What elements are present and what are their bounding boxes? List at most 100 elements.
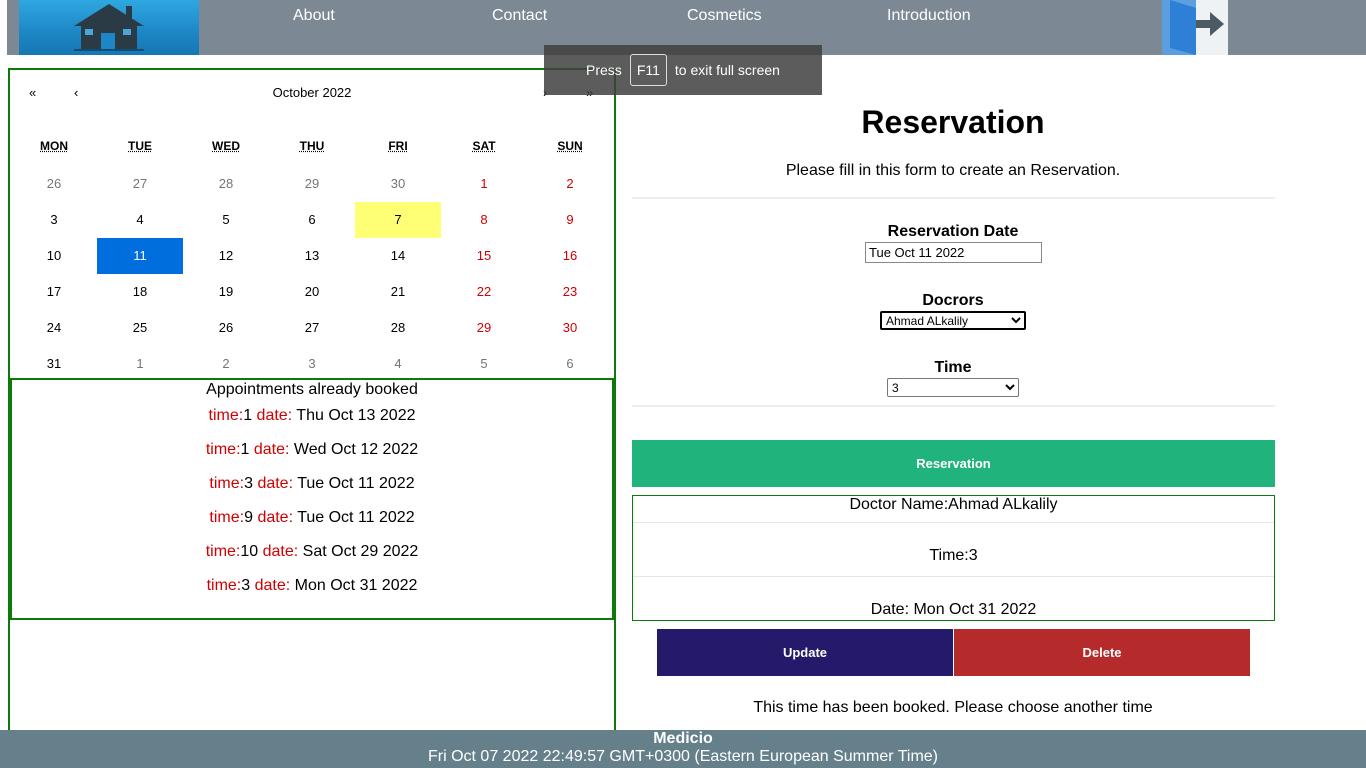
booked-date-value: Tue Oct 11 2022: [297, 509, 415, 526]
calendar-day[interactable]: 4: [97, 202, 183, 238]
calendar-day[interactable]: 29: [269, 166, 355, 202]
f11-key: F11: [629, 54, 667, 86]
booked-time-value: 3: [241, 577, 251, 594]
notice-press: Press: [586, 62, 622, 78]
weekday-label: SAT: [472, 139, 496, 153]
nav-about[interactable]: About: [293, 7, 335, 25]
reservation-button[interactable]: Reservation: [632, 440, 1275, 487]
calendar-month-title[interactable]: October 2022: [10, 85, 614, 100]
calendar-day[interactable]: 3: [269, 346, 355, 382]
booked-appointments: Appointments already booked time:1 date:…: [10, 378, 614, 620]
calendar-day[interactable]: 1: [441, 166, 527, 202]
booked-time-value: 10: [240, 543, 259, 560]
logout-icon: [1162, 0, 1224, 55]
detail-date: Date: Mon Oct 31 2022: [870, 601, 1037, 618]
booked-date-value: Sat Oct 29 2022: [302, 543, 419, 560]
calendar-day[interactable]: 6: [269, 202, 355, 238]
booked-time-label: time:: [208, 407, 244, 424]
house-icon: [74, 4, 144, 51]
booked-time-value: 3: [244, 475, 253, 492]
calendar-day[interactable]: 29: [441, 310, 527, 346]
calendar-day[interactable]: 2: [183, 346, 269, 382]
form-subtitle: Please fill in this form to create an Re…: [785, 162, 1121, 179]
calendar-day[interactable]: 16: [527, 238, 613, 274]
calendar-day[interactable]: 10: [11, 238, 97, 274]
page-title: Reservation: [861, 104, 1045, 140]
calendar-day[interactable]: 15: [441, 238, 527, 274]
calendar-day[interactable]: 18: [97, 274, 183, 310]
booked-time-label: time:: [209, 509, 245, 526]
booked-time-label: time:: [205, 441, 241, 458]
calendar-day[interactable]: 26: [183, 310, 269, 346]
calendar-day[interactable]: 6: [527, 346, 613, 382]
booked-time-value: 1: [243, 407, 253, 424]
time-select[interactable]: 3: [887, 378, 1019, 397]
calendar-day[interactable]: 5: [441, 346, 527, 382]
update-button[interactable]: Update: [657, 629, 953, 676]
calendar-day[interactable]: 24: [11, 310, 97, 346]
divider: [632, 197, 1275, 199]
calendar-day[interactable]: 27: [97, 166, 183, 202]
doctors-label: Docrors: [922, 292, 984, 309]
weekday-header: SUN: [527, 130, 613, 166]
reservation-date-input[interactable]: [865, 242, 1042, 263]
calendar-day[interactable]: 14: [355, 238, 441, 274]
calendar-day[interactable]: 23: [527, 274, 613, 310]
calendar-day[interactable]: 8: [441, 202, 527, 238]
footer-datetime: Fri Oct 07 2022 22:49:57 GMT+0300 (Easte…: [427, 748, 939, 765]
booked-item: time:3 date: Mon Oct 31 2022: [12, 569, 612, 603]
calendar-day[interactable]: 22: [441, 274, 527, 310]
nav-cosmetics[interactable]: Cosmetics: [687, 7, 762, 25]
logout-button[interactable]: [1162, 0, 1228, 55]
booked-time-value: 9: [244, 509, 253, 526]
calendar-day[interactable]: 27: [269, 310, 355, 346]
weekday-label: THU: [299, 139, 325, 153]
reservation-details: Doctor Name:Ahmad ALkalily Time:3 Date: …: [632, 495, 1275, 621]
calendar-day[interactable]: 17: [11, 274, 97, 310]
calendar-day[interactable]: 7: [355, 202, 441, 238]
booked-date-value: Tue Oct 11 2022: [297, 475, 415, 492]
calendar-day[interactable]: 5: [183, 202, 269, 238]
booked-time-label: time:: [206, 577, 242, 594]
doctor-select[interactable]: Ahmad ALkalily: [880, 311, 1026, 330]
delete-button[interactable]: Delete: [954, 629, 1250, 676]
calendar-day[interactable]: 4: [355, 346, 441, 382]
nav-contact[interactable]: Contact: [492, 7, 547, 25]
calendar-day[interactable]: 31: [11, 346, 97, 382]
booked-list: time:1 date: Thu Oct 13 2022 time:1 date:…: [12, 399, 612, 603]
divider: [632, 405, 1275, 407]
nav-introduction[interactable]: Introduction: [887, 7, 971, 25]
booked-date-value: Mon Oct 31 2022: [294, 577, 418, 594]
calendar-day[interactable]: 28: [355, 310, 441, 346]
weekday-header: WED: [183, 130, 269, 166]
home-logo[interactable]: [19, 0, 199, 55]
booked-date-value: Thu Oct 13 2022: [296, 407, 416, 424]
calendar-day[interactable]: 30: [527, 310, 613, 346]
weekday-label: TUE: [128, 139, 152, 153]
calendar-day[interactable]: 11: [97, 238, 183, 274]
calendar-day[interactable]: 1: [97, 346, 183, 382]
calendar-day[interactable]: 20: [269, 274, 355, 310]
calendar-day[interactable]: 25: [97, 310, 183, 346]
calendar-day[interactable]: 30: [355, 166, 441, 202]
booked-time-label: time:: [209, 475, 245, 492]
calendar-day[interactable]: 9: [527, 202, 613, 238]
footer-brand: Medicio: [653, 730, 713, 747]
weekday-header: FRI: [355, 130, 441, 166]
calendar-day[interactable]: 3: [11, 202, 97, 238]
calendar-day[interactable]: 2: [527, 166, 613, 202]
booked-item: time:9 date: Tue Oct 11 2022: [12, 501, 612, 535]
calendar-day[interactable]: 21: [355, 274, 441, 310]
detail-doctor: Doctor Name:Ahmad ALkalily: [633, 496, 1274, 523]
time-label: Time: [934, 359, 972, 376]
weekday-header: THU: [269, 130, 355, 166]
booked-date-label: date:: [254, 577, 291, 594]
calendar-day[interactable]: 28: [183, 166, 269, 202]
calendar-day[interactable]: 12: [183, 238, 269, 274]
booked-date-label: date:: [256, 407, 293, 424]
booked-time-label: time:: [205, 543, 241, 560]
calendar-day[interactable]: 26: [11, 166, 97, 202]
calendar-day[interactable]: 13: [269, 238, 355, 274]
booked-item: time:1 date: Wed Oct 12 2022: [12, 433, 612, 467]
calendar-day[interactable]: 19: [183, 274, 269, 310]
